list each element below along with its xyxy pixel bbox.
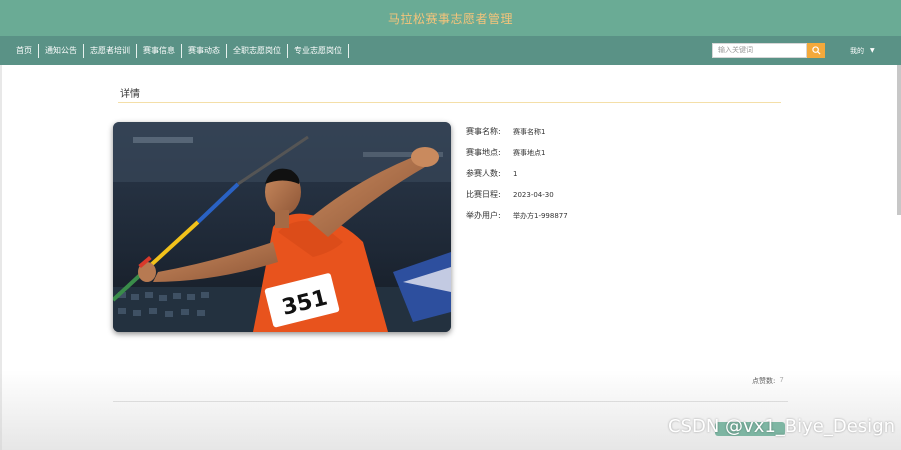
info-row-participants: 参赛人数: 1 [466,163,568,184]
field-value: 举办方1-998877 [513,211,568,220]
search-button[interactable] [807,43,825,58]
nav-item-training[interactable]: 志愿者培训 [84,43,137,58]
title-divider [118,102,781,103]
nav-item-event-news[interactable]: 赛事动态 [182,43,227,58]
info-row-organizer: 举办用户: 举办方1-998877 [466,205,568,226]
user-menu[interactable]: 我的 ▼ [850,43,875,58]
site-header: 马拉松赛事志愿者管理 [0,0,901,36]
field-label: 比赛日程: [466,190,501,199]
detail-title: 详情 [120,89,140,100]
click-count: 点赞数: 7 [752,376,784,386]
field-label: 参赛人数: [466,169,501,178]
click-count-label: 点赞数: [752,377,776,385]
field-label: 赛事地点: [466,148,501,157]
nav-item-notice[interactable]: 通知公告 [39,43,84,58]
nav-item-fulltime-post[interactable]: 全职志愿岗位 [227,43,288,58]
field-label: 赛事名称: [466,127,501,136]
nav-item-pro-post[interactable]: 专业志愿岗位 [288,43,349,58]
click-count-value: 7 [779,376,784,384]
event-info: 赛事名称: 赛事名称1 赛事地点: 赛事地点1 参赛人数: 1 比赛日程: 20… [466,121,568,226]
content-divider [113,401,788,402]
search-icon [811,46,821,55]
info-row-location: 赛事地点: 赛事地点1 [466,142,568,163]
site-title: 马拉松赛事志愿者管理 [387,11,513,26]
field-value: 2023-04-30 [513,190,554,199]
nav-menu: 首页 通知公告 志愿者培训 赛事信息 赛事动态 全职志愿岗位 专业志愿岗位 [10,36,349,65]
user-menu-label: 我的 [850,46,864,55]
field-label: 举办用户: [466,211,501,220]
watermark: CSDN @vx1_Biye_Design [668,416,896,437]
field-value: 赛事名称1 [513,127,546,136]
scrollbar[interactable] [897,65,901,215]
left-edge [0,65,2,450]
event-photo: 351 [113,122,451,332]
caret-down-icon: ▼ [870,47,875,54]
nav-item-event-info[interactable]: 赛事信息 [137,43,182,58]
nav-item-home[interactable]: 首页 [10,43,39,58]
info-row-name: 赛事名称: 赛事名称1 [466,121,568,142]
search-input[interactable]: 输入关键词 [712,43,807,58]
info-row-schedule: 比赛日程: 2023-04-30 [466,184,568,205]
field-value: 赛事地点1 [513,148,546,157]
field-value: 1 [513,169,518,178]
